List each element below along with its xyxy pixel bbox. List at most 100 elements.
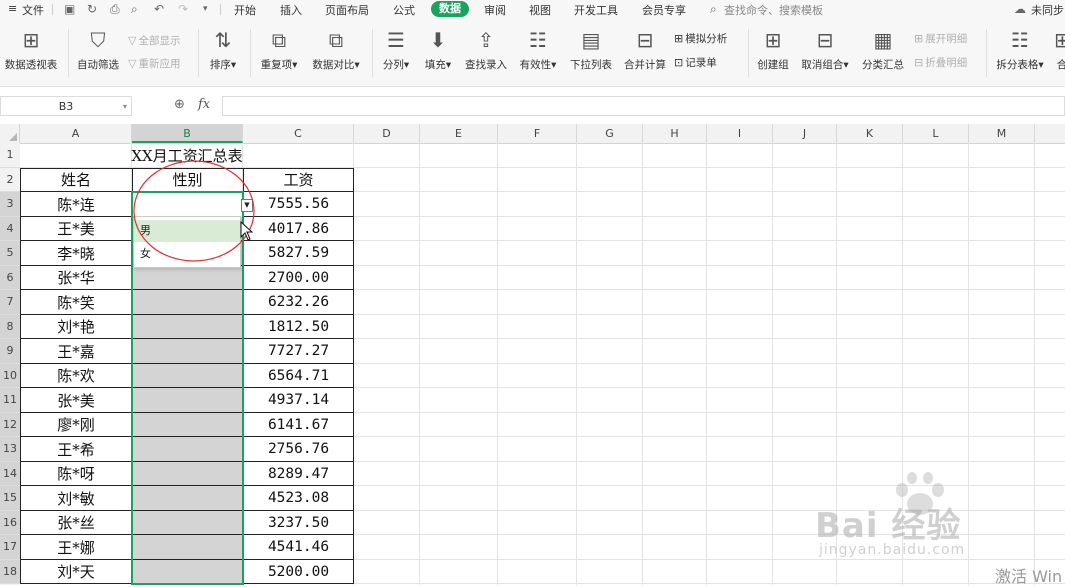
undo-icon[interactable]: ↶ xyxy=(154,2,164,16)
file-menu-icon[interactable]: ≡ xyxy=(8,2,17,15)
cell-gender[interactable] xyxy=(132,461,243,486)
cell-name[interactable]: 刘*艳 xyxy=(20,315,132,340)
file-menu[interactable]: 文件 xyxy=(22,2,44,18)
tab-home[interactable]: 开始 xyxy=(234,2,256,18)
split-column-button[interactable]: ☰ 分列▾ xyxy=(378,27,414,72)
tab-review[interactable]: 审阅 xyxy=(484,2,506,18)
tab-insert[interactable]: 插入 xyxy=(280,2,302,18)
cell-gender[interactable] xyxy=(132,265,243,290)
search-icon[interactable]: ⌕ xyxy=(710,2,717,17)
header-salary[interactable]: 工资 xyxy=(243,168,354,193)
column-header-j[interactable]: J xyxy=(773,124,837,143)
cell-salary[interactable]: 2700.00 xyxy=(243,266,354,291)
cell-salary[interactable]: 4541.46 xyxy=(243,535,354,560)
cell-gender[interactable] xyxy=(132,290,243,315)
cell-name[interactable]: 陈*呀 xyxy=(20,462,132,487)
cell-gender[interactable] xyxy=(132,388,243,413)
create-group-button[interactable]: ⊞ 创建组 xyxy=(754,27,792,72)
cell-name[interactable]: 陈*笑 xyxy=(20,290,132,315)
row-header-12[interactable]: 12 xyxy=(0,412,20,437)
redo-icon[interactable]: ↷ xyxy=(178,2,188,16)
header-gender[interactable]: 性别 xyxy=(132,168,243,193)
pivot-table-button[interactable]: ⊞ 数据透视表 xyxy=(2,27,60,72)
cell-name[interactable]: 王*娜 xyxy=(20,535,132,560)
split-table-button[interactable]: ☷ 拆分表格▾ xyxy=(992,27,1048,72)
zoom-icon[interactable]: ⊕ xyxy=(174,97,185,112)
column-header-k[interactable]: K xyxy=(837,124,903,143)
tab-member[interactable]: 会员专享 xyxy=(642,2,686,18)
cell-name[interactable]: 张*美 xyxy=(20,388,132,413)
column-header-f[interactable]: F xyxy=(498,124,577,143)
save-icon[interactable]: ▣ xyxy=(64,2,75,16)
reapply-button[interactable]: ▽ 重新应用 xyxy=(128,56,180,71)
validity-button[interactable]: ☷ 有效性▾ xyxy=(515,27,561,72)
sort-button[interactable]: ⇅ 排序▾ xyxy=(204,27,242,72)
chevron-down-icon[interactable]: ▾ xyxy=(123,97,127,116)
row-header-8[interactable]: 8 xyxy=(0,314,20,339)
column-header-d[interactable]: D xyxy=(354,124,420,143)
column-header-l[interactable]: L xyxy=(903,124,969,143)
function-icon[interactable]: fx xyxy=(198,97,210,112)
cell-name[interactable]: 廖*刚 xyxy=(20,413,132,438)
dropdown-list-button[interactable]: ▤ 下拉列表 xyxy=(567,27,615,72)
expand-detail-button[interactable]: ⊞ 展开明细 xyxy=(914,31,967,46)
subtotal-button[interactable]: ▦ 分类汇总 xyxy=(858,27,908,72)
cell-salary[interactable]: 6232.26 xyxy=(243,290,354,315)
cell-salary[interactable]: 8289.47 xyxy=(243,462,354,487)
row-header-4[interactable]: 4 xyxy=(0,216,20,241)
autofilter-button[interactable]: ⛉ 自动筛选 xyxy=(74,27,122,72)
select-all-corner[interactable] xyxy=(0,124,20,143)
dropdown-option-female[interactable]: 女 xyxy=(134,243,240,265)
consolidate-button[interactable]: ⊟ 合并计算 xyxy=(620,27,670,72)
cell-name[interactable]: 刘*天 xyxy=(20,560,132,585)
cell-gender[interactable] xyxy=(132,339,243,364)
cell-gender[interactable] xyxy=(132,412,243,437)
row-header-14[interactable]: 14 xyxy=(0,461,20,486)
cell-salary[interactable]: 5827.59 xyxy=(243,241,354,266)
row-header-17[interactable]: 17 xyxy=(0,535,20,560)
row-header-5[interactable]: 5 xyxy=(0,241,20,266)
cell-gender[interactable] xyxy=(132,314,243,339)
cell-salary[interactable]: 7555.56 xyxy=(243,192,354,217)
collapse-detail-button[interactable]: ⊟ 折叠明细 xyxy=(914,55,967,70)
print-icon[interactable]: ⎙ xyxy=(110,2,120,17)
active-cell-b3[interactable] xyxy=(132,192,243,217)
cell-salary[interactable]: 4937.14 xyxy=(243,388,354,413)
duplicates-button[interactable]: ⧉ 重复项▾ xyxy=(255,27,303,72)
header-name[interactable]: 姓名 xyxy=(20,168,132,193)
row-header-18[interactable]: 18 xyxy=(0,559,20,584)
cell-salary[interactable]: 4017.86 xyxy=(243,217,354,242)
cell-name[interactable]: 李*晓 xyxy=(20,241,132,266)
fill-button[interactable]: ⬇ 填充▾ xyxy=(418,27,458,72)
row-header-16[interactable]: 16 xyxy=(0,510,20,535)
show-all-button[interactable]: ▽ 全部显示 xyxy=(128,33,180,48)
dropdown-option-male[interactable]: 男 xyxy=(134,219,240,242)
cell-salary[interactable]: 6141.67 xyxy=(243,413,354,438)
command-search[interactable]: 查找命令、搜索模板 xyxy=(724,2,823,18)
cell-salary[interactable]: 4523.08 xyxy=(243,486,354,511)
column-header-c[interactable]: C xyxy=(243,124,354,143)
name-box[interactable]: B3 ▾ xyxy=(0,96,132,116)
merge-button[interactable]: ⊞ 合 xyxy=(1054,27,1065,72)
row-header-2[interactable]: 2 xyxy=(0,168,20,192)
cell-gender[interactable] xyxy=(132,535,243,560)
data-compare-button[interactable]: ⧉ 数据对比▾ xyxy=(307,27,365,72)
cell-salary[interactable]: 3237.50 xyxy=(243,511,354,536)
quick-access-dropdown-icon[interactable]: ▾ xyxy=(203,4,208,14)
cell-name[interactable]: 陈*连 xyxy=(20,192,132,217)
column-header-b[interactable]: B xyxy=(132,124,243,143)
row-header-1[interactable]: 1 xyxy=(0,143,20,168)
cell-salary[interactable]: 1812.50 xyxy=(243,315,354,340)
cell-name[interactable]: 王*嘉 xyxy=(20,339,132,364)
print-preview-icon[interactable]: ⌕ xyxy=(131,2,138,17)
simulation-analysis-button[interactable]: ⊞ 模拟分析 xyxy=(674,31,727,46)
cell-salary[interactable]: 6564.71 xyxy=(243,364,354,389)
cell-name[interactable]: 陈*欢 xyxy=(20,364,132,389)
ungroup-button[interactable]: ⊟ 取消组合▾ xyxy=(797,27,853,72)
cell-gender[interactable] xyxy=(132,510,243,535)
sync-status[interactable]: 未同步 xyxy=(1031,2,1064,18)
record-sheet-button[interactable]: ⊡ 记录单 xyxy=(674,55,717,70)
find-entry-button[interactable]: ⇪ 查找录入 xyxy=(462,27,510,72)
row-header-13[interactable]: 13 xyxy=(0,437,20,462)
cell-name[interactable]: 张*华 xyxy=(20,266,132,291)
